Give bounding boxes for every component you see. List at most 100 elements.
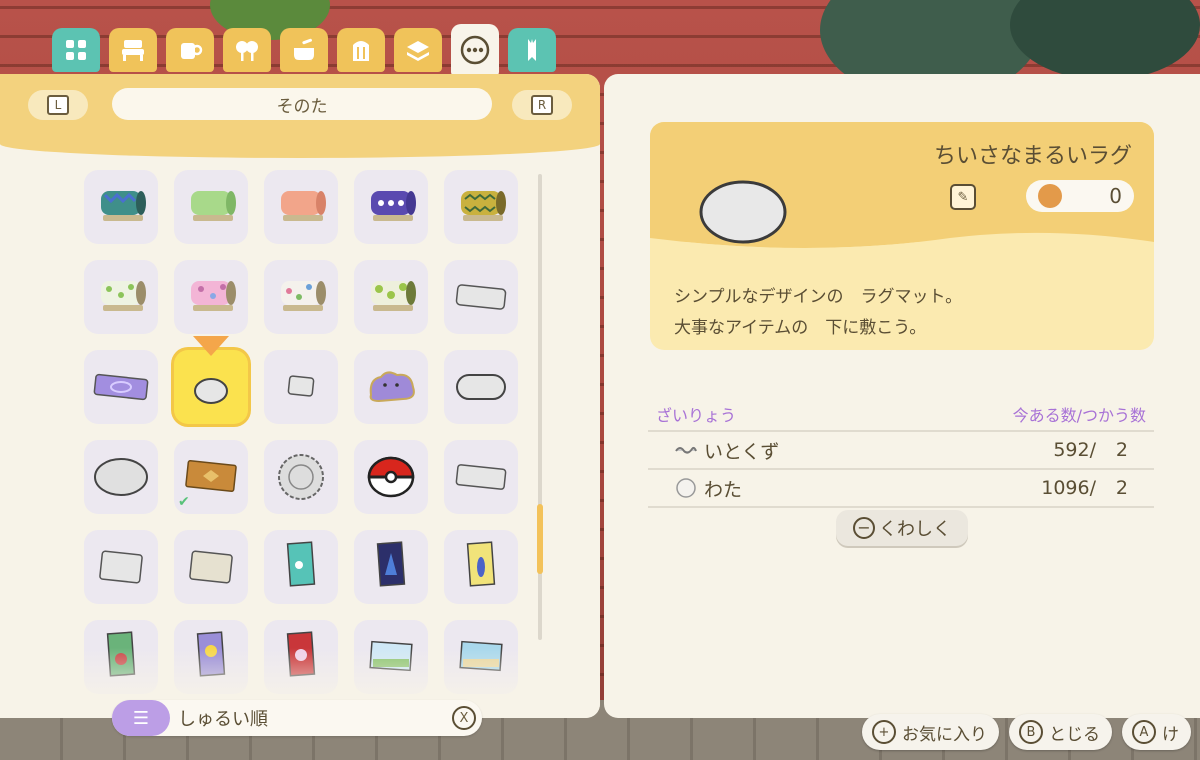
grid-icon	[66, 40, 86, 60]
sort-label: しゅるい順	[178, 709, 268, 730]
item-description: シンプルなデザインの ラグマット。 大事なアイテムの 下に敷こう。	[674, 282, 962, 344]
favorite-button[interactable]: + お気に入り	[862, 714, 999, 750]
tab-cooking[interactable]	[280, 28, 328, 72]
item-cell[interactable]	[174, 260, 248, 334]
item-cell[interactable]	[264, 440, 338, 514]
tool-icon	[528, 39, 536, 61]
sort-selector[interactable]: ☰ しゅるい順 X	[112, 700, 482, 736]
sort-list-icon: ☰	[112, 700, 170, 736]
rug-icon	[278, 454, 324, 500]
rug-roll-icon	[281, 281, 326, 311]
item-cell[interactable]	[354, 440, 428, 514]
tab-outdoor[interactable]	[223, 28, 271, 72]
item-cell-selected[interactable]	[174, 336, 248, 424]
item-cell[interactable]	[264, 170, 338, 244]
rug-icon	[93, 373, 149, 401]
item-cell[interactable]	[354, 350, 428, 424]
material-row: わた 1096/ 2	[648, 470, 1154, 508]
item-cell[interactable]	[444, 530, 518, 604]
a-action-label: け	[1162, 724, 1179, 745]
bottom-button-bar: + お気に入り B とじる A け	[862, 714, 1191, 750]
item-cell[interactable]	[354, 530, 428, 604]
a-button-icon: A	[1132, 720, 1156, 744]
materials-header-label: ざいりょう	[656, 406, 737, 425]
rug-roll-icon	[371, 281, 416, 311]
description-line-1: シンプルなデザインの ラグマット。	[674, 287, 963, 307]
a-action-button[interactable]: A け	[1122, 714, 1191, 750]
minus-button-icon: −	[853, 517, 875, 539]
item-cell[interactable]	[444, 440, 518, 514]
customize-icon[interactable]: ✎	[950, 184, 976, 210]
materials-header: ざいりょう 今ある数/つかう数	[648, 402, 1154, 432]
item-cell[interactable]	[174, 170, 248, 244]
r-key-icon: R	[531, 95, 553, 115]
scrollbar-thumb[interactable]	[537, 504, 543, 574]
owned-check-icon: ✔	[178, 494, 190, 510]
item-cell[interactable]: ✔	[174, 440, 248, 514]
rug-roll-icon	[101, 191, 146, 221]
item-cell[interactable]	[174, 530, 248, 604]
item-cell[interactable]	[264, 260, 338, 334]
favorite-label: お気に入り	[902, 724, 987, 745]
tab-tools[interactable]	[508, 28, 556, 72]
item-cell[interactable]	[354, 170, 428, 244]
item-cell[interactable]	[444, 170, 518, 244]
tab-wall-mounted[interactable]	[337, 28, 385, 72]
item-cell[interactable]	[264, 530, 338, 604]
tab-small-items[interactable]	[166, 28, 214, 72]
next-category-button[interactable]: R	[512, 90, 572, 120]
item-cell[interactable]	[84, 170, 158, 244]
rug-icon	[99, 550, 143, 584]
item-list-panel: L そのた R ✔	[0, 74, 600, 718]
wall-icon	[353, 41, 369, 61]
owned-count: 0	[1109, 184, 1122, 208]
close-label: とじる	[1049, 724, 1100, 745]
prev-category-button[interactable]: L	[28, 90, 88, 120]
item-cell[interactable]	[354, 260, 428, 334]
rug-roll-icon	[191, 281, 236, 311]
material-name: いとくず	[704, 440, 780, 463]
materials-table: ざいりょう 今ある数/つかう数 いとくず 592/ 2 わた 1096/ 2	[648, 402, 1154, 508]
item-cell[interactable]	[84, 350, 158, 424]
item-cell[interactable]	[84, 440, 158, 514]
cotton-icon	[674, 477, 698, 499]
item-cell[interactable]	[84, 260, 158, 334]
category-title: そのた	[112, 88, 492, 120]
thread-icon	[674, 443, 698, 457]
poster-icon	[376, 541, 406, 587]
rug-icon	[456, 374, 506, 400]
rug-icon	[369, 371, 415, 403]
material-row: いとくず 592/ 2	[648, 432, 1154, 470]
material-have: 1096/	[1041, 477, 1096, 499]
rug-roll-icon	[281, 191, 326, 221]
item-cell[interactable]	[264, 350, 338, 424]
item-cell[interactable]	[84, 530, 158, 604]
close-button[interactable]: B とじる	[1009, 714, 1112, 750]
rug-roll-icon	[191, 191, 236, 221]
item-name: ちいさなまるいラグ	[933, 144, 1132, 169]
more-icon	[460, 35, 490, 65]
description-line-2: 大事なアイテムの 下に敷こう。	[674, 318, 927, 338]
selection-cursor-icon	[193, 336, 229, 356]
rug-icon	[94, 458, 148, 496]
background-tree	[1010, 0, 1200, 80]
x-button-icon[interactable]: X	[452, 706, 476, 730]
l-key-icon: L	[47, 95, 69, 115]
rug-icon	[287, 375, 315, 397]
item-list-scrollbar[interactable]	[537, 174, 543, 640]
mug-icon	[181, 43, 203, 59]
tab-other[interactable]	[451, 24, 499, 76]
rug-icon	[455, 284, 507, 310]
item-cell[interactable]	[444, 350, 518, 424]
item-cell[interactable]	[444, 260, 518, 334]
tab-flooring[interactable]	[394, 28, 442, 72]
tab-all[interactable]	[52, 28, 100, 72]
materials-count-header: 今ある数/つかう数	[1012, 406, 1146, 425]
material-have: 592/	[1053, 439, 1096, 461]
material-name: わた	[704, 478, 743, 501]
tab-furniture[interactable]	[109, 28, 157, 72]
layer-icon	[407, 41, 429, 61]
plus-button-icon: +	[872, 720, 896, 744]
details-button[interactable]: − くわしく	[836, 510, 968, 546]
rug-icon	[194, 378, 228, 404]
